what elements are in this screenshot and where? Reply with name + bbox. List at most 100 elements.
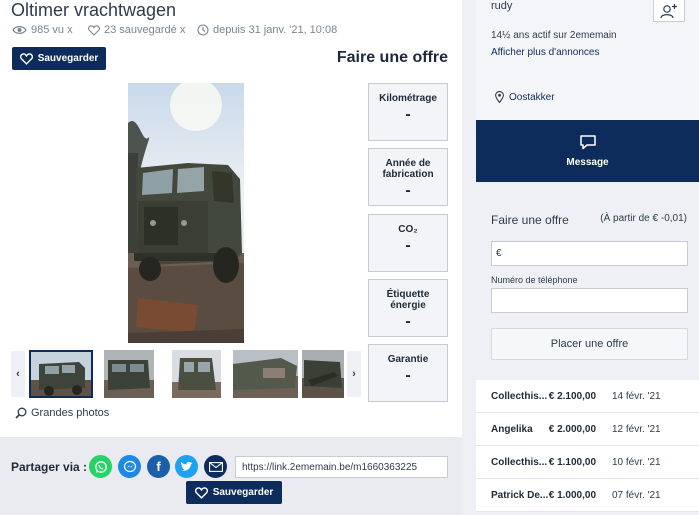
currency-symbol: € (496, 248, 502, 259)
share-link-text: https://link.2ememain.be/m1660363225 (242, 461, 418, 473)
whatsapp-share-button[interactable] (89, 455, 112, 478)
listing-date: depuis 31 janv. '21, 10:08 (197, 24, 337, 36)
share-label: Partager via : (11, 460, 88, 474)
sidebar: rudy 14½ ans actif sur 2ememain Afficher… (476, 0, 699, 515)
seller-location-link[interactable]: Oostakker (495, 91, 555, 103)
bid-amount: € 1.000,00 (548, 490, 596, 501)
spec-value: - (405, 367, 411, 384)
zoom-icon (15, 407, 27, 419)
chat-bubble-icon (580, 135, 596, 150)
views-count: 985 vu x (12, 24, 73, 36)
thumbnail[interactable] (302, 350, 344, 398)
saves-count: 23 sauvegardé x (88, 24, 185, 36)
main-photo[interactable] (128, 83, 244, 343)
chevron-right-icon: › (352, 368, 356, 380)
bidder-name[interactable]: Angelika (491, 424, 533, 435)
big-photos-label: Grandes photos (31, 407, 110, 419)
add-user-icon (660, 3, 677, 18)
more-ads-link[interactable]: Afficher plus d'annonces (491, 47, 599, 58)
spec-value: - (405, 182, 411, 199)
page-gutter (462, 0, 476, 515)
date-text: depuis 31 janv. '21, 10:08 (213, 24, 338, 36)
bid-amount: € 2.100,00 (548, 391, 596, 402)
facebook-icon: f (156, 459, 161, 474)
bidder-name[interactable]: Patrick De... (491, 490, 548, 501)
views-text: 985 vu x (31, 24, 73, 36)
offer-form-title: Faire une offre (491, 213, 569, 227)
envelope-icon (208, 461, 223, 472)
bid-date: 07 févr. '21 (612, 490, 661, 501)
thumbnail-prev-button[interactable]: ‹ (11, 351, 25, 397)
clock-icon (197, 24, 209, 36)
bid-date: 14 févr. '21 (612, 391, 661, 402)
thumbnail[interactable] (29, 350, 93, 398)
bid-date: 12 févr. '21 (612, 424, 661, 435)
photo-viewer (12, 83, 358, 343)
seller-name: rudy (491, 0, 513, 12)
thumbnail[interactable] (104, 350, 154, 398)
offer-form: Faire une offre (À partir de € -0,01) € … (476, 195, 699, 370)
thumbnail-strip: ‹ › (11, 348, 361, 400)
bidder-name[interactable]: Collecthis... (491, 457, 547, 468)
chevron-left-icon: ‹ (16, 368, 20, 380)
whatsapp-icon (94, 460, 107, 473)
heart-icon (19, 52, 33, 65)
thumbnail[interactable] (233, 350, 298, 398)
save-button-label: Sauvegarder (212, 487, 274, 498)
seller-active-since: 14½ ans actif sur 2ememain (491, 30, 617, 41)
bid-row: Angelika € 2.000,00 12 févr. '21 (476, 413, 699, 446)
eye-icon (12, 26, 27, 34)
bid-row: Collecthis... € 1.100,00 10 févr. '21 (476, 446, 699, 479)
offer-minimum: (À partir de € -0,01) (600, 213, 687, 224)
spec-value: - (405, 237, 411, 254)
bid-list: Collecthis... € 2.100,00 14 févr. '21 An… (476, 380, 699, 512)
spec-label: CO₂ (398, 224, 418, 235)
place-offer-button[interactable]: Placer une offre (491, 328, 688, 360)
bid-row: Patrick De... € 1.000,00 07 févr. '21 (476, 479, 699, 512)
thumbnail[interactable] (172, 350, 221, 398)
spec-co2: CO₂ - (368, 214, 448, 272)
phone-input[interactable] (491, 288, 688, 313)
bid-amount: € 1.100,00 (548, 457, 596, 468)
make-offer-heading: Faire une offre (336, 49, 448, 66)
spec-warranty: Garantie - (368, 344, 448, 402)
spec-label: Kilométrage (379, 93, 437, 104)
email-share-button[interactable] (204, 455, 227, 478)
spec-label: Garantie (387, 354, 429, 365)
offer-amount-input[interactable]: € (491, 241, 688, 266)
bid-date: 10 févr. '21 (612, 457, 661, 468)
spec-value: - (405, 313, 411, 330)
save-button[interactable]: Sauvegarder (12, 47, 106, 70)
heart-icon (88, 24, 100, 36)
location-pin-icon (495, 91, 504, 103)
listing-main: Oltimer vrachtwagen 985 vu x 23 sauvegar… (0, 0, 462, 515)
bidder-name[interactable]: Collecthis... (491, 391, 547, 402)
messenger-icon (123, 460, 136, 472)
share-link-input[interactable]: https://link.2ememain.be/m1660363225 (235, 456, 448, 478)
location-text: Oostakker (509, 91, 555, 103)
saves-text: 23 sauvegardé x (104, 24, 186, 36)
save-button-bottom[interactable]: Sauvegarder (186, 481, 282, 504)
spec-mileage: Kilométrage - (368, 83, 448, 141)
follow-seller-button[interactable] (653, 0, 685, 22)
facebook-share-button[interactable]: f (147, 455, 170, 478)
message-button-label: Message (566, 157, 609, 168)
heart-icon (194, 486, 208, 499)
message-button[interactable]: Message (476, 120, 699, 182)
bid-row: Collecthis... € 2.100,00 14 févr. '21 (476, 380, 699, 413)
twitter-icon (181, 461, 193, 471)
spec-energy-label: Étiquette énergie - (368, 279, 448, 337)
bid-amount: € 2.000,00 (548, 424, 596, 435)
spec-label: Étiquette énergie (386, 289, 430, 311)
messenger-share-button[interactable] (118, 455, 141, 478)
listing-title: Oltimer vrachtwagen (11, 0, 177, 20)
spec-value: - (405, 106, 411, 123)
big-photos-link[interactable]: Grandes photos (15, 407, 109, 419)
spec-year: Année de fabrication - (368, 148, 448, 206)
share-bar: Partager via : f https://link.2ememain.b… (0, 437, 462, 515)
thumbnail-next-button[interactable]: › (347, 351, 361, 397)
seller-card: rudy 14½ ans actif sur 2ememain Afficher… (476, 0, 699, 120)
save-button-label: Sauvegarder (37, 53, 99, 64)
twitter-share-button[interactable] (175, 455, 198, 478)
spec-label: Année de fabrication (382, 158, 434, 180)
